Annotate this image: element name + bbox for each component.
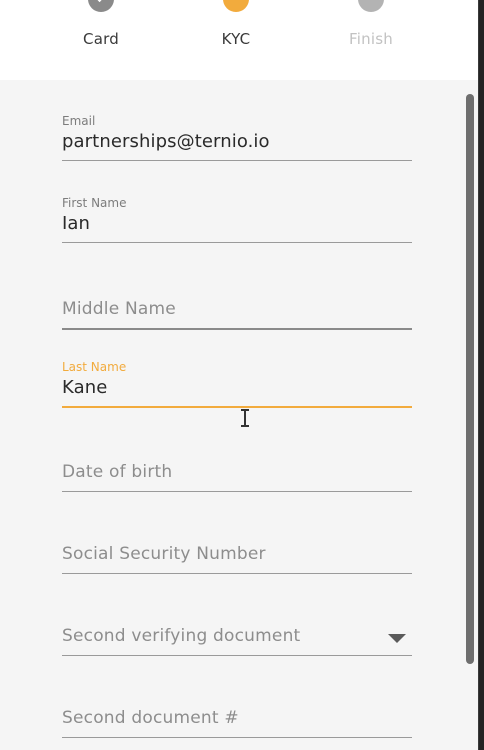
email-value[interactable]: partnerships@ternio.io [62,131,270,152]
last-name-underline [62,406,412,408]
kyc-form: Email partnerships@ternio.io First Name … [0,80,478,750]
last-name-value[interactable]: Kane [62,377,107,398]
chevron-down-icon[interactable] [388,634,406,643]
first-name-label: First Name [62,196,127,210]
step-pending-icon [358,0,384,12]
scrollbar[interactable] [466,94,474,664]
second-document-number-underline [62,737,412,738]
first-name-underline [62,242,412,243]
last-name-label: Last Name [62,360,127,374]
middle-name-placeholder[interactable]: Middle Name [62,299,176,319]
ssn-placeholder[interactable]: Social Security Number [62,544,266,564]
second-document-number-placeholder[interactable]: Second document # [62,708,239,728]
window-edge [479,0,484,750]
first-name-value[interactable]: Ian [62,213,90,234]
second-document-placeholder[interactable]: Second verifying document [62,626,300,646]
date-of-birth-placeholder[interactable]: Date of birth [62,462,172,482]
text-cursor-icon [240,408,250,430]
middle-name-underline [62,328,412,330]
step-active-icon [223,0,249,12]
step-card-label: Card [83,30,119,48]
email-label: Email [62,114,96,128]
stepper: Card KYC Finish [0,0,478,80]
second-document-underline [62,655,412,656]
ssn-underline [62,573,412,574]
step-kyc-label: KYC [221,30,251,48]
date-of-birth-underline [62,491,412,492]
step-completed-icon [88,0,114,12]
kyc-panel: Card KYC Finish Email partnerships@terni… [0,0,479,750]
step-finish-label: Finish [349,30,393,48]
email-underline [62,160,412,161]
